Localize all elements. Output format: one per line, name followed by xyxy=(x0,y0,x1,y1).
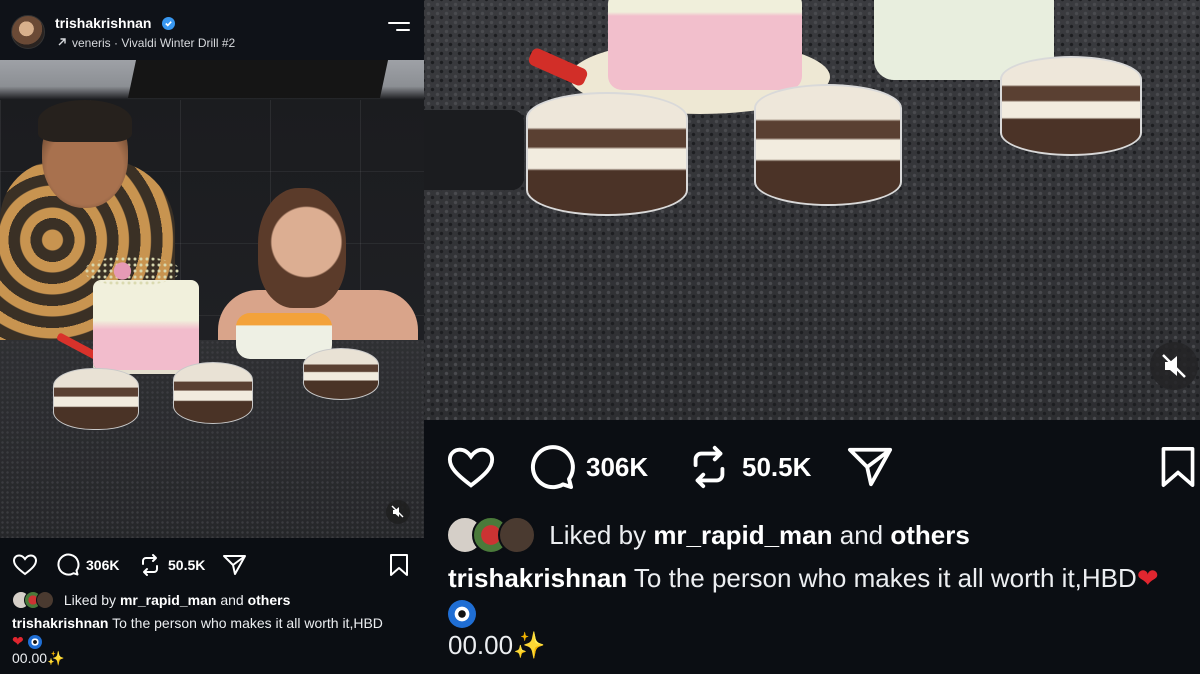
liked-by-user[interactable]: mr_rapid_man xyxy=(653,520,832,550)
post-caption: trishakrishnan To the person who makes i… xyxy=(448,562,1168,629)
liked-by-others[interactable]: others xyxy=(248,592,291,608)
audio-text: veneris · Vivaldi Winter Drill #2 xyxy=(72,36,236,50)
reposts-count: 50.5K xyxy=(742,452,812,482)
avatar[interactable] xyxy=(11,15,45,49)
comments-count: 306K xyxy=(86,557,120,573)
post-photo-zoomed[interactable] xyxy=(424,0,1200,420)
caption-text: To the person who makes it all worth it,… xyxy=(108,615,383,631)
post-view-full: trishakrishnan veneris · Vivaldi Winter … xyxy=(0,0,424,674)
post-caption: trishakrishnan To the person who makes i… xyxy=(12,614,392,651)
sparkles-emoji: ✨ xyxy=(47,651,65,667)
liked-by-row[interactable]: Liked by mr_rapid_man and others xyxy=(12,591,290,611)
nazar-amulet-emoji xyxy=(27,635,42,650)
liked-by-user[interactable]: mr_rapid_man xyxy=(120,592,216,608)
pink-cake xyxy=(93,280,199,370)
comments-count: 306K xyxy=(586,452,649,482)
bookmark-icon[interactable] xyxy=(1158,444,1198,495)
person-right-head xyxy=(258,188,346,308)
post-actions: 306K 50.5K xyxy=(424,440,1200,500)
caption-text: To the person who makes it all worth it,… xyxy=(627,563,1137,593)
liked-by-text: Liked by mr_rapid_man and others xyxy=(549,519,970,550)
avatar xyxy=(36,591,54,610)
sparkles-emoji: ✨ xyxy=(513,631,546,661)
post-header: trishakrishnan veneris · Vivaldi Winter … xyxy=(0,0,424,60)
avatar xyxy=(498,516,536,554)
stovetop xyxy=(424,110,524,190)
liked-by-text: Liked by mr_rapid_man and others xyxy=(63,592,291,609)
caption-username[interactable]: trishakrishnan xyxy=(12,615,108,631)
heart-icon[interactable] xyxy=(12,553,38,582)
red-heart-emoji: ❤ xyxy=(1136,564,1159,594)
dessert-tub xyxy=(303,348,379,400)
pink-cake xyxy=(608,0,802,90)
muted-speaker-icon[interactable] xyxy=(1150,342,1198,390)
muted-speaker-icon[interactable] xyxy=(386,500,410,524)
liked-by-others[interactable]: others xyxy=(890,520,969,550)
cake-flowers xyxy=(84,256,180,286)
caption-time: 00.00✨ xyxy=(12,650,65,667)
arrow-up-right-icon xyxy=(57,36,69,50)
post-view-zoomed: 306K 50.5K Liked by mr_rapid_man and oth… xyxy=(424,0,1200,674)
audio-label[interactable]: veneris · Vivaldi Winter Drill #2 xyxy=(57,36,235,50)
send-icon[interactable] xyxy=(846,444,896,495)
caption-time: 00.00✨ xyxy=(448,630,546,661)
comment-icon[interactable] xyxy=(56,553,80,582)
comment-icon[interactable] xyxy=(528,444,576,497)
reposts-count: 50.5K xyxy=(168,557,206,573)
dessert-tub xyxy=(53,368,139,430)
menu-icon[interactable] xyxy=(388,22,410,38)
dessert-tub xyxy=(754,84,902,206)
cake-knife xyxy=(526,46,590,88)
liked-by-row[interactable]: Liked by mr_rapid_man and others xyxy=(446,516,970,554)
caption-username[interactable]: trishakrishnan xyxy=(448,563,627,593)
bookmark-icon[interactable] xyxy=(388,553,410,582)
person-left-hair xyxy=(38,100,132,142)
dessert-tub xyxy=(526,92,688,216)
repost-icon[interactable] xyxy=(138,553,162,582)
dessert-tub xyxy=(1000,56,1142,156)
verified-badge-icon xyxy=(162,17,175,30)
heart-icon[interactable] xyxy=(446,444,496,497)
send-icon[interactable] xyxy=(222,553,248,582)
post-photo[interactable] xyxy=(0,60,424,538)
red-heart-emoji: ❤ xyxy=(12,634,24,650)
repost-icon[interactable] xyxy=(686,444,732,495)
post-actions: 306K 50.5K xyxy=(0,545,424,585)
nazar-amulet-emoji xyxy=(448,600,476,629)
range-hood xyxy=(127,60,389,98)
dessert-tub xyxy=(173,362,253,424)
post-username[interactable]: trishakrishnan xyxy=(55,15,151,31)
